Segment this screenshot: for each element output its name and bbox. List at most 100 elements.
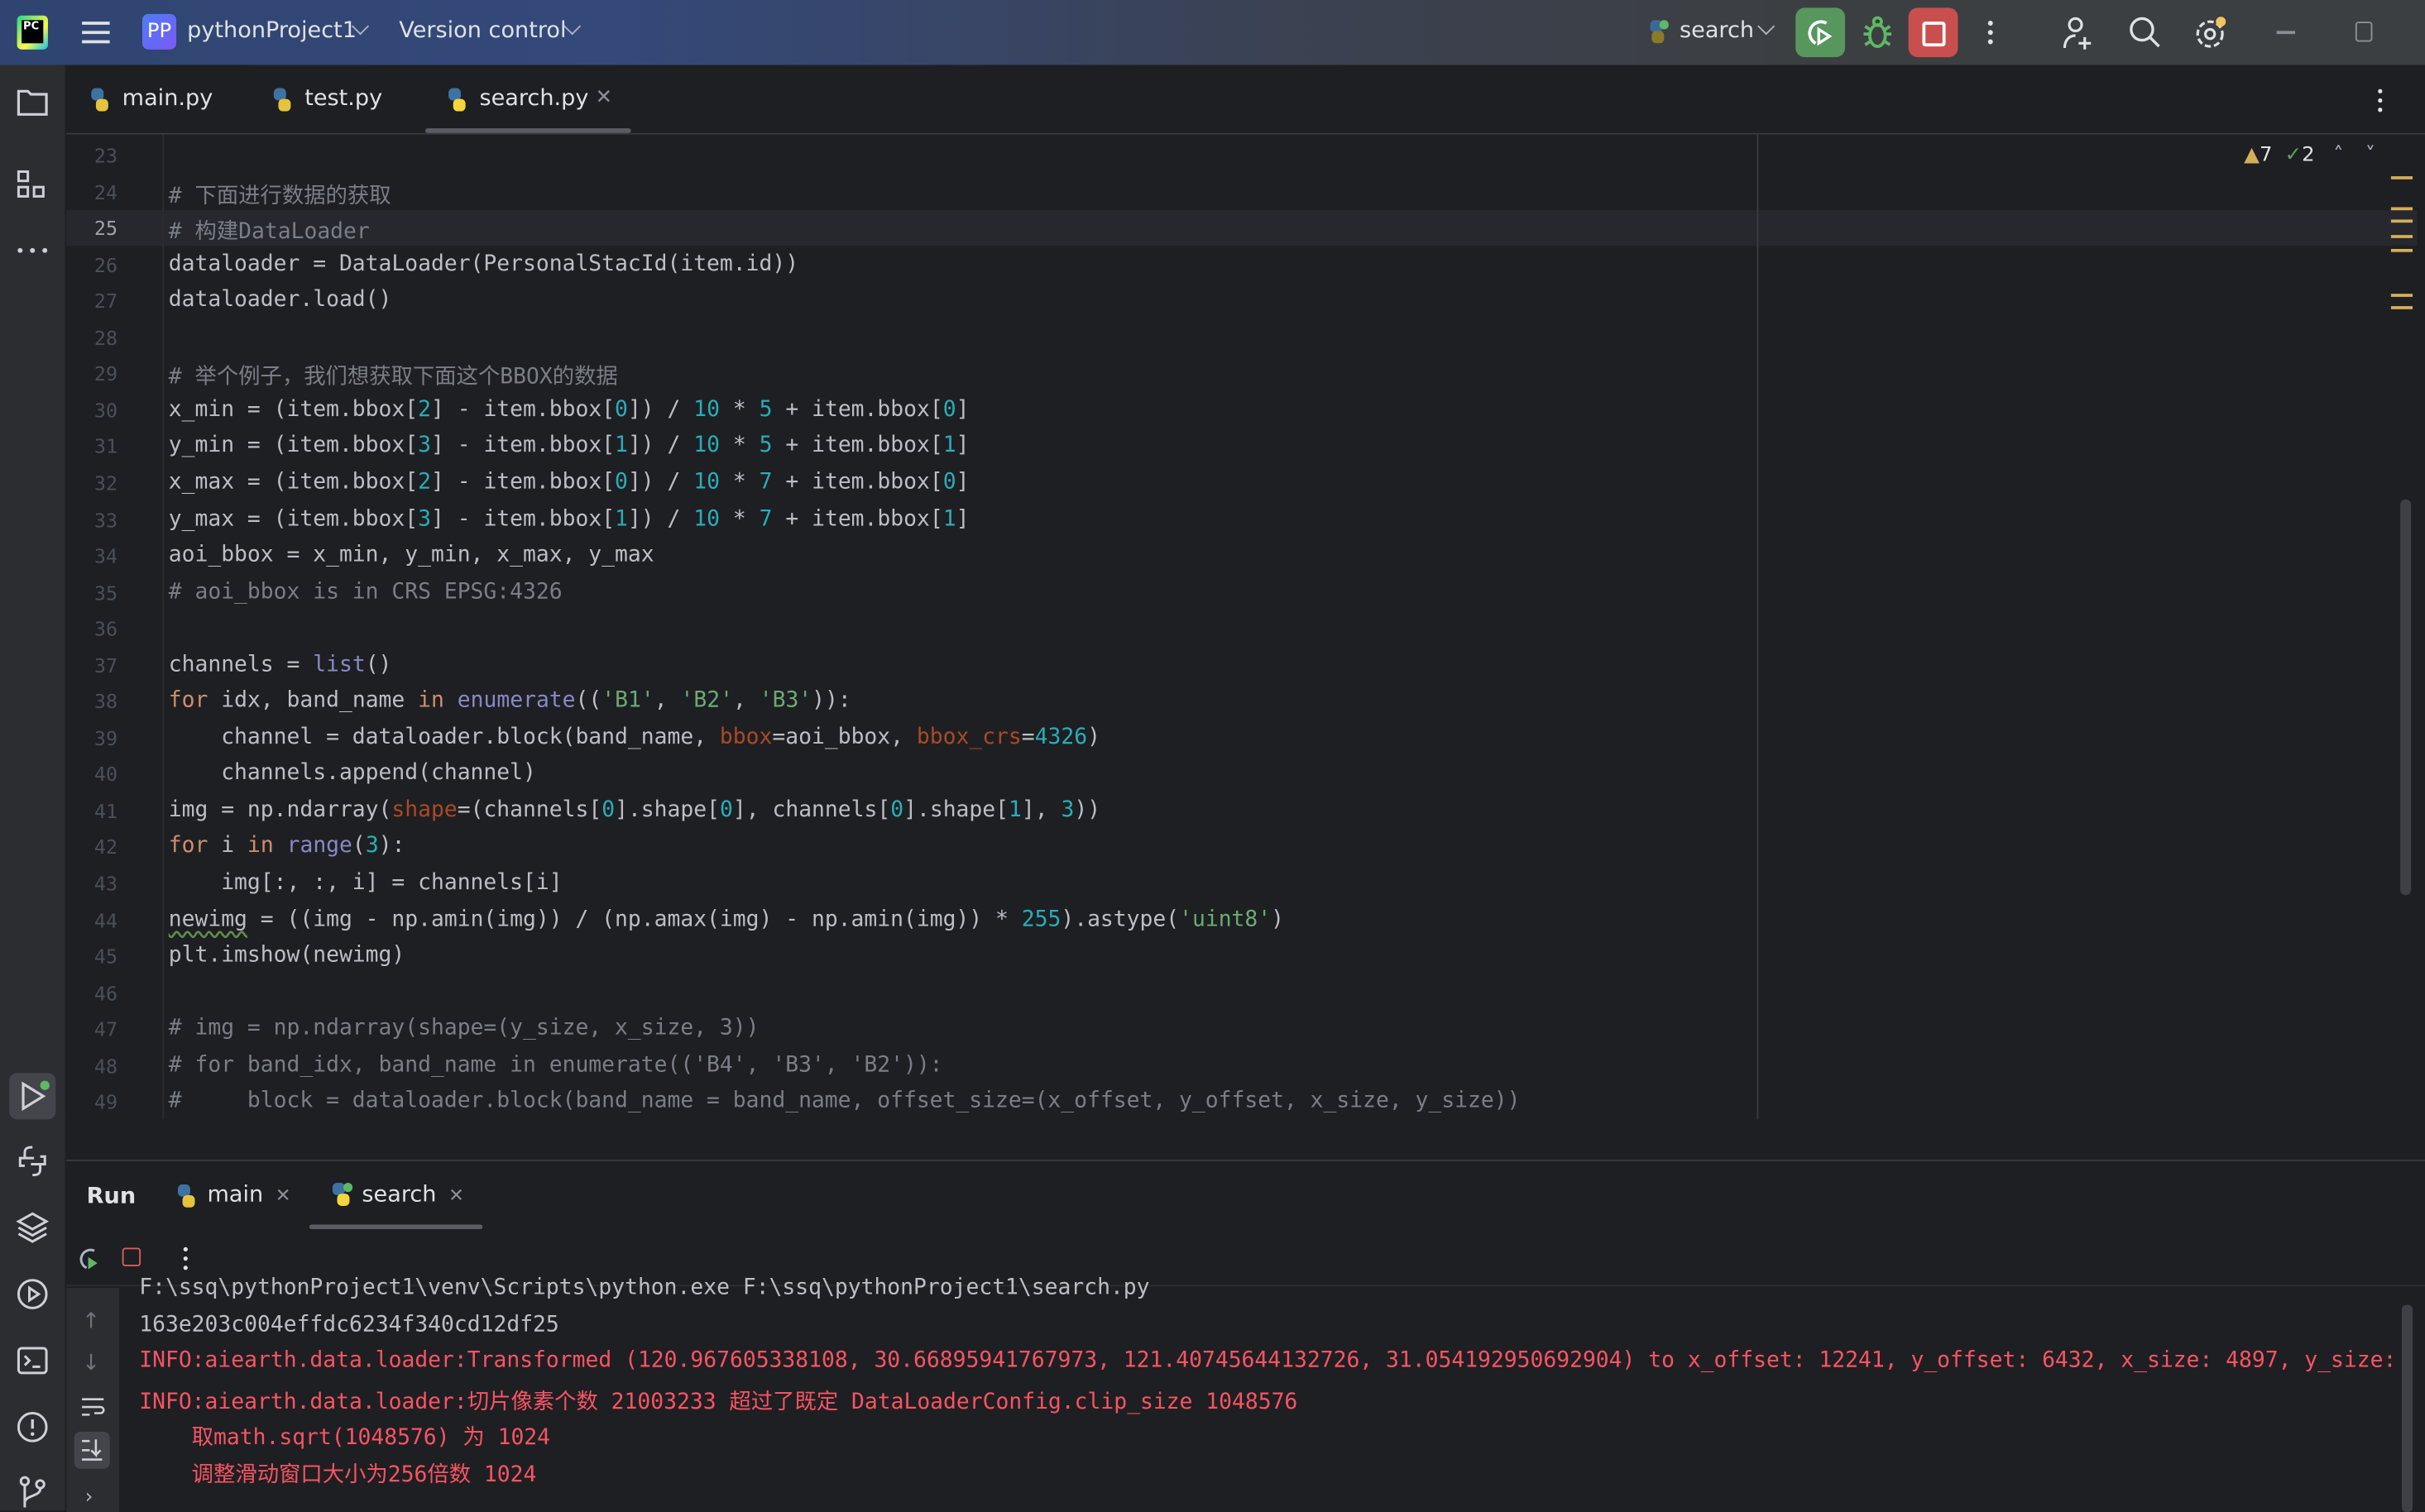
run-tool-window-icon[interactable] xyxy=(9,1073,56,1120)
line-number[interactable]: 37 xyxy=(66,653,117,677)
rerun-button[interactable] xyxy=(1795,7,1846,58)
more-tool-windows-icon[interactable] xyxy=(14,232,51,269)
more-actions-icon[interactable] xyxy=(181,1246,190,1271)
line-number[interactable]: 38 xyxy=(66,690,117,713)
run-tab-search[interactable]: search ✕ xyxy=(309,1161,483,1231)
code-line[interactable]: newimg = ((img - np.amin(img)) / (np.ama… xyxy=(169,907,1284,931)
error-stripe-mark[interactable] xyxy=(2390,306,2413,309)
line-number[interactable]: 44 xyxy=(66,908,117,931)
inspection-widget[interactable]: ▲7 ✓2 ˄ ˅ xyxy=(2244,144,2375,167)
code-line[interactable]: # aoi_bbox is in CRS EPSG:4326 xyxy=(169,579,563,604)
code-line[interactable]: img[:, :, i] = channels[i] xyxy=(169,870,562,895)
code-line[interactable]: x_min = (item.bbox[2] - item.bbox[0]) / … xyxy=(169,397,970,422)
console-scrollbar[interactable] xyxy=(2401,1304,2413,1512)
code-line[interactable]: plt.imshow(newimg) xyxy=(169,943,405,968)
expand-icon[interactable]: › xyxy=(85,1486,93,1509)
line-number[interactable]: 43 xyxy=(66,872,117,895)
tab-search-py[interactable]: search.py ✕ xyxy=(425,65,631,133)
tab-test-py[interactable]: test.py xyxy=(271,65,425,133)
tab-main-py[interactable]: main.py xyxy=(89,65,243,133)
error-stripe-mark[interactable] xyxy=(2390,207,2413,211)
close-tab-icon[interactable]: ✕ xyxy=(448,1184,464,1206)
line-number[interactable]: 46 xyxy=(66,981,117,1004)
line-number[interactable]: 28 xyxy=(66,326,117,349)
code-line[interactable]: x_max = (item.bbox[2] - item.bbox[0]) / … xyxy=(169,470,970,495)
editor-scrollbar[interactable] xyxy=(2400,499,2412,896)
code-line[interactable]: channels = list() xyxy=(169,652,392,677)
code-line[interactable]: for i in range(3): xyxy=(169,834,405,859)
project-selector[interactable]: PP pythonProject1 xyxy=(141,13,374,51)
line-number[interactable]: 36 xyxy=(66,617,117,640)
line-number[interactable]: 47 xyxy=(66,1017,117,1041)
scroll-up-icon[interactable]: ↑ xyxy=(82,1309,100,1334)
problems-icon[interactable] xyxy=(14,1409,51,1446)
error-stripe-mark[interactable] xyxy=(2390,176,2413,179)
line-number[interactable]: 30 xyxy=(66,399,117,422)
previous-highlight-icon[interactable]: ˄ xyxy=(2333,144,2343,167)
line-number[interactable]: 34 xyxy=(66,544,117,567)
stop-icon[interactable] xyxy=(122,1247,141,1266)
code-line[interactable]: # img = np.ndarray(shape=(y_size, x_size… xyxy=(169,1016,760,1041)
line-number[interactable]: 26 xyxy=(66,253,117,276)
line-number[interactable]: 49 xyxy=(66,1090,117,1113)
soft-wrap-icon[interactable] xyxy=(80,1396,105,1418)
rerun-icon[interactable] xyxy=(76,1246,101,1271)
close-tab-icon[interactable]: ✕ xyxy=(596,87,612,110)
error-stripe-mark[interactable] xyxy=(2390,248,2413,252)
error-stripe-mark[interactable] xyxy=(2390,219,2413,223)
code-line[interactable]: dataloader = DataLoader(PersonalStacId(i… xyxy=(169,251,798,276)
error-stripe-mark[interactable] xyxy=(2390,235,2413,238)
line-number[interactable]: 24 xyxy=(66,180,117,203)
code-line[interactable]: y_max = (item.bbox[3] - item.bbox[1]) / … xyxy=(169,506,970,531)
layers-icon[interactable] xyxy=(14,1209,51,1246)
restore-button[interactable] xyxy=(2355,22,2373,42)
line-number[interactable]: 35 xyxy=(66,581,117,604)
line-number[interactable]: 42 xyxy=(66,835,117,859)
more-actions-icon[interactable] xyxy=(1986,18,1995,46)
terminal-icon[interactable] xyxy=(14,1342,51,1380)
code-line[interactable]: for idx, band_name in enumerate(('B1', '… xyxy=(169,688,851,713)
minimize-button[interactable] xyxy=(2276,31,2295,34)
code-line[interactable]: y_min = (item.bbox[3] - item.bbox[1]) / … xyxy=(169,433,970,458)
line-number[interactable]: 39 xyxy=(66,726,117,749)
scroll-down-icon[interactable]: ↓ xyxy=(82,1352,100,1376)
line-number[interactable]: 31 xyxy=(66,435,117,458)
code-line[interactable]: aoi_bbox = x_min, y_min, x_max, y_max xyxy=(169,543,654,567)
line-number[interactable]: 41 xyxy=(66,799,117,822)
search-icon[interactable] xyxy=(2128,16,2162,50)
line-number[interactable]: 29 xyxy=(66,362,117,385)
services-icon[interactable] xyxy=(14,1275,51,1313)
line-number[interactable]: 33 xyxy=(66,508,117,531)
code-line[interactable]: # for band_idx, band_name in enumerate((… xyxy=(169,1052,943,1077)
line-number[interactable]: 25 xyxy=(66,217,117,240)
code-editor[interactable]: 23 24 # 下面进行数据的获取 25 # 构建DataLoader 26 dataloa… xyxy=(66,134,2418,1120)
error-stripe-mark[interactable] xyxy=(2390,294,2413,297)
line-number[interactable]: 27 xyxy=(66,289,117,313)
add-user-icon[interactable] xyxy=(2062,16,2096,50)
main-menu-icon[interactable] xyxy=(82,20,110,45)
line-number[interactable]: 32 xyxy=(66,471,117,495)
pycharm-logo[interactable]: PC xyxy=(17,15,48,50)
line-number[interactable]: 23 xyxy=(66,144,117,167)
python-console-icon[interactable] xyxy=(14,1142,51,1179)
code-line[interactable]: channel = dataloader.block(band_name, bb… xyxy=(169,725,1100,749)
code-line[interactable]: dataloader.load() xyxy=(169,288,392,313)
tab-options-icon[interactable] xyxy=(2375,89,2384,113)
project-folder-icon[interactable] xyxy=(14,84,51,121)
line-number[interactable]: 45 xyxy=(66,945,117,968)
code-line[interactable]: # 举个例子，我们想获取下面这个BBOX的数据 xyxy=(169,361,618,391)
stop-button[interactable] xyxy=(1908,7,1958,58)
version-control-menu[interactable]: Version control xyxy=(399,14,584,51)
code-line[interactable]: channels.append(channel) xyxy=(169,761,536,786)
structure-icon[interactable] xyxy=(14,167,51,204)
run-tab-main[interactable]: main ✕ xyxy=(175,1161,299,1231)
git-icon[interactable] xyxy=(14,1473,51,1510)
debug-button[interactable] xyxy=(1861,14,1895,51)
close-tab-icon[interactable]: ✕ xyxy=(276,1184,291,1206)
code-line[interactable]: # 构建DataLoader xyxy=(169,215,370,246)
settings-icon[interactable] xyxy=(2193,14,2231,51)
next-highlight-icon[interactable]: ˅ xyxy=(2365,144,2375,167)
scroll-to-end-toggle[interactable] xyxy=(74,1431,110,1469)
run-configuration-selector[interactable]: search xyxy=(1646,14,1779,51)
code-line[interactable]: # 下面进行数据的获取 xyxy=(169,179,391,209)
